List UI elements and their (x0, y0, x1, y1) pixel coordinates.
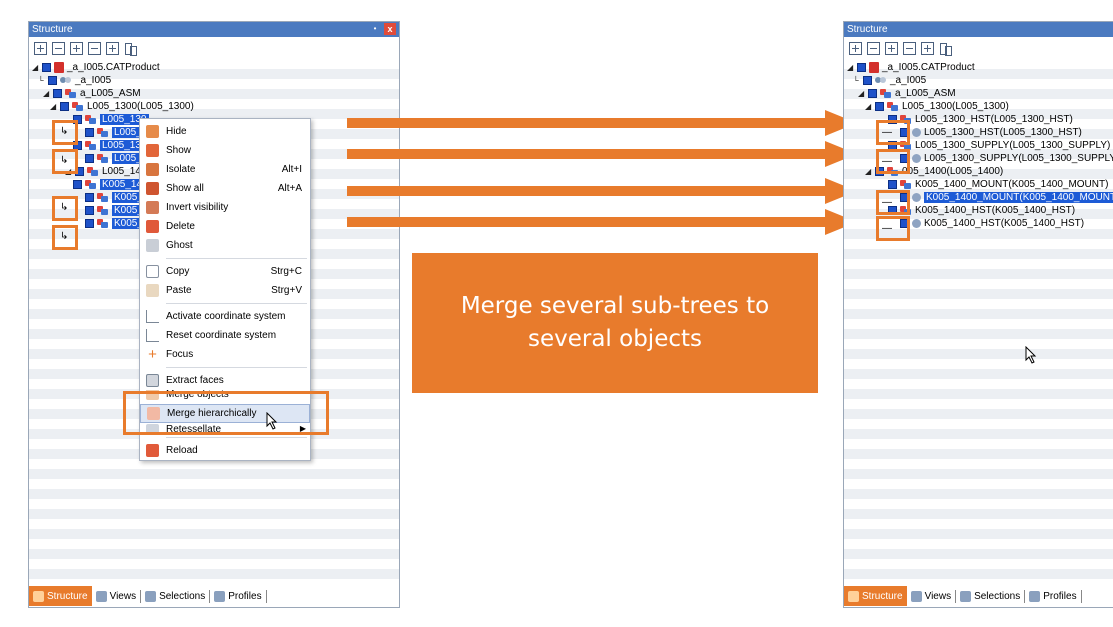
highlight-box: — (876, 149, 910, 174)
tab-label: Profiles (1043, 590, 1077, 602)
tree-label: _a_I005.CATProduct (882, 62, 975, 73)
tree-label: _a_I005 (890, 75, 927, 86)
expand-arrow-icon[interactable]: ◢ (858, 89, 866, 98)
object-icon (912, 128, 921, 137)
object-icon (912, 219, 921, 228)
tree-row[interactable]: └ _a_I005 (853, 74, 926, 87)
tree-label: L005_1300_SUPPLY(L005_1300_SUPPLY) (915, 140, 1111, 151)
arrow-3 (347, 178, 857, 204)
tab-label: Structure (862, 590, 903, 602)
panel-tabs: Structure Views Selections Profiles (844, 585, 1113, 607)
panel-titlebar: Structure (844, 22, 1113, 37)
branch-icon: └ (853, 75, 859, 85)
grid-icon[interactable] (921, 41, 934, 55)
visibility-checkbox[interactable] (875, 102, 884, 111)
visibility-checkbox[interactable] (863, 76, 872, 85)
tree-row[interactable]: L005_1300_SUPPLY(L005_1300_SUPPLY) (888, 139, 1110, 152)
tree-label: K005_1400_MOUNT(K005_1400_MOUNT) (924, 192, 1113, 203)
expand-all-icon[interactable] (849, 41, 862, 55)
expand-arrow-icon[interactable]: ◢ (865, 167, 873, 176)
visibility-checkbox[interactable] (888, 180, 897, 189)
tab-structure[interactable]: Structure (844, 586, 907, 606)
tree-label: L005_1300_HST(L005_1300_HST) (924, 127, 1082, 138)
collapse-all-icon[interactable] (867, 41, 880, 55)
assembly-icon (880, 88, 892, 99)
tree-row[interactable]: ◢ a_L005_ASM (858, 87, 956, 100)
profiles-icon (1029, 590, 1041, 602)
highlight-box: — (876, 120, 910, 145)
object-icon (912, 154, 921, 163)
arrow-1 (347, 110, 857, 136)
tree-row[interactable]: L005_1300_SUPPLY(L005_1300_SUPPLY) (900, 152, 1113, 165)
callout-box: Merge several sub-trees to several objec… (412, 253, 818, 393)
tab-label: Selections (974, 590, 1021, 602)
tab-selections[interactable]: Selections (956, 586, 1024, 606)
structure-icon (848, 590, 859, 602)
expand-arrow-icon[interactable]: ◢ (865, 102, 873, 111)
assembly-icon (887, 101, 899, 112)
tree-label: K005_1400_HST(K005_1400_HST) (924, 218, 1085, 229)
tree-label: a_L005_ASM (895, 88, 956, 99)
tree-label: L005_1300_SUPPLY(L005_1300_SUPPLY) (924, 153, 1113, 164)
callout-text: Merge several sub-trees to several objec… (460, 292, 770, 352)
tree-label: L005_1300_HST(L005_1300_HST) (915, 114, 1073, 125)
structure-tree: ◢ _a_I005.CATProduct └ _a_I005 ◢ a_L005_… (844, 59, 1113, 585)
tree-row[interactable]: L005_1300_HST(L005_1300_HST) (900, 126, 1082, 139)
collapse-icon[interactable] (903, 41, 916, 55)
panel-title: Structure (847, 24, 888, 35)
mouse-cursor-icon (1025, 346, 1037, 364)
tab-profiles[interactable]: Profiles (1025, 586, 1080, 606)
tab-views[interactable]: Views (907, 586, 956, 606)
tab-separator (1080, 589, 1082, 603)
tree-label: L005_1300(L005_1300) (902, 101, 1009, 112)
object-icon (912, 193, 921, 202)
part-icon (875, 76, 887, 85)
tab-label: Views (924, 590, 952, 602)
tree-label: 005_1400(L005_1400) (902, 166, 1004, 177)
tree-row[interactable]: ◢ L005_1300(L005_1300) (865, 100, 1009, 113)
expand-arrow-icon[interactable]: ◢ (847, 63, 855, 72)
structure-panel-after: Structure ◢ _a_I005.CATProduct └ _a_I005… (843, 21, 1113, 608)
tree-row[interactable]: ◢ _a_I005.CATProduct (847, 61, 975, 74)
highlight-box: — (876, 190, 910, 215)
expand-icon[interactable] (885, 41, 898, 55)
visibility-checkbox[interactable] (857, 63, 866, 72)
tree-row[interactable]: K005_1400_HST(K005_1400_HST) (888, 204, 1075, 217)
highlight-box: — (876, 216, 910, 241)
catproduct-icon (869, 62, 879, 73)
arrow-2 (347, 141, 857, 167)
arrow-4 (347, 209, 857, 235)
tree-label: K005_1400_MOUNT(K005_1400_MOUNT) (915, 179, 1109, 190)
layout-icon[interactable] (939, 41, 952, 56)
tree-toolbar (844, 37, 1113, 59)
assembly-icon (900, 179, 912, 190)
selections-icon (960, 590, 972, 602)
views-icon (910, 590, 922, 602)
visibility-checkbox[interactable] (868, 89, 877, 98)
tree-row[interactable]: K005_1400_HST(K005_1400_HST) (900, 217, 1084, 230)
tree-row[interactable]: K005_1400_MOUNT(K005_1400_MOUNT) (888, 178, 1108, 191)
tree-row[interactable]: L005_1300_HST(L005_1300_HST) (888, 113, 1073, 126)
tree-row[interactable]: K005_1400_MOUNT(K005_1400_MOUNT) (900, 191, 1113, 204)
tree-label: K005_1400_HST(K005_1400_HST) (915, 205, 1076, 216)
